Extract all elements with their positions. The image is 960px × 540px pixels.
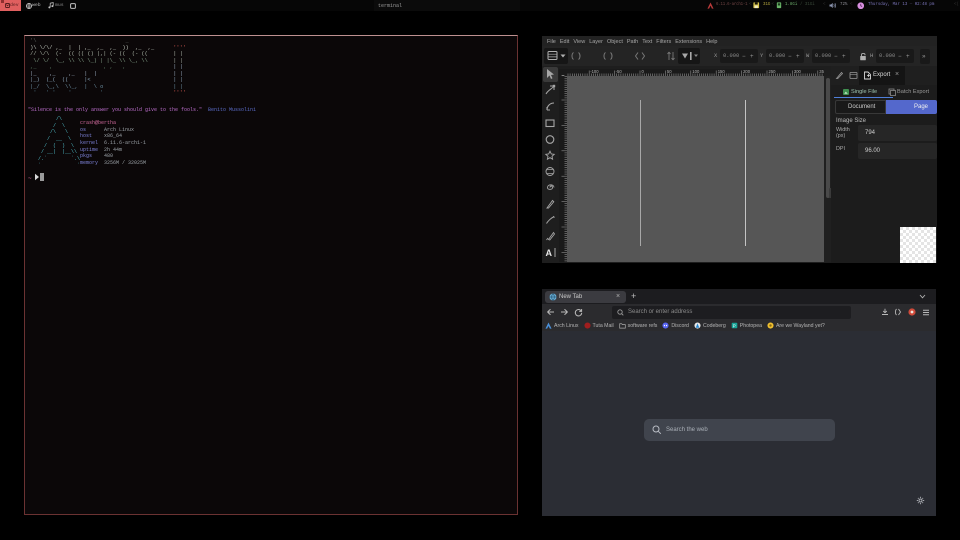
svg-text:-50: -50	[616, 69, 623, 74]
svg-text:P: P	[733, 323, 736, 328]
svg-text:150: 150	[718, 69, 726, 74]
svg-text:350: 350	[819, 69, 824, 74]
svg-text:50: 50	[667, 69, 672, 74]
svg-text:300: 300	[794, 69, 802, 74]
svg-text:200: 200	[743, 69, 751, 74]
svg-text:250: 250	[769, 69, 777, 74]
svg-text:100: 100	[692, 69, 700, 74]
svg-text:0: 0	[642, 69, 645, 74]
svg-text:-100: -100	[590, 69, 599, 74]
svg-text:A: A	[546, 248, 553, 258]
